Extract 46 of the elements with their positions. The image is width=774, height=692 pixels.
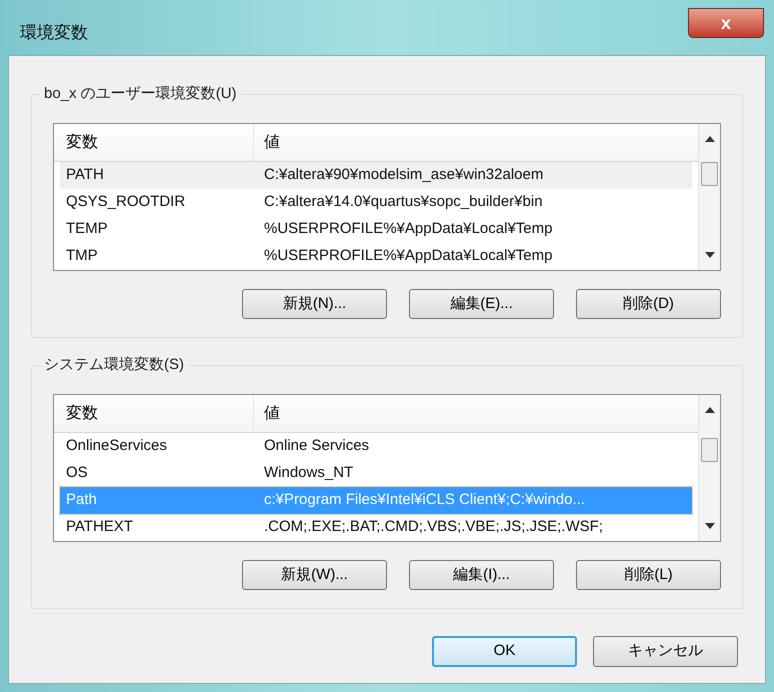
variable-name: OnlineServices	[65, 436, 168, 456]
column-header[interactable]: 値	[254, 395, 698, 432]
list-action-button[interactable]: 新規(N)...	[242, 289, 387, 319]
variable-list[interactable]: 変数 値 OnlineServices Online Services OS Windows_NT Path c:¥Program Files¥Intel¥iCLS Client¥;C:¥windo... PATHEXT .COM;.EXE;.BAT;.CMD;.VBS;.VBE;.JS;.JSE;.WSF;	[53, 394, 721, 542]
variable-value: .COM;.EXE;.BAT;.CMD;.VBS;.VBE;.JS;.JSE;.WSF;	[263, 517, 604, 538]
list-action-button[interactable]: 削除(D)	[576, 289, 721, 319]
list-action-button[interactable]: 新規(W)...	[242, 560, 387, 590]
list-row[interactable]: TEMP %USERPROFILE%¥AppData¥Local¥Temp	[60, 216, 692, 243]
scroll-up-icon[interactable]	[704, 136, 714, 142]
variable-name: PATH	[65, 165, 105, 186]
column-header[interactable]: 値	[254, 124, 698, 161]
dialog-button[interactable]: キャンセル	[593, 636, 738, 667]
window-title: 環境変数	[19, 22, 89, 44]
scroll-thumb[interactable]	[701, 438, 718, 462]
variable-value: C:¥altera¥90¥modelsim_ase¥win32aloem	[263, 165, 544, 186]
variable-value: Windows_NT	[263, 463, 354, 484]
scrollbar[interactable]	[698, 124, 720, 270]
variable-value: %USERPROFILE%¥AppData¥Local¥Temp	[263, 246, 554, 266]
variable-name: Path	[65, 490, 98, 510]
variable-value: Online Services	[263, 436, 370, 456]
column-header[interactable]: 変数	[54, 124, 254, 161]
scroll-up-icon[interactable]	[704, 407, 714, 413]
list-row[interactable]: QSYS_ROOTDIR C:¥altera¥14.0¥quartus¥sopc_builder¥bin	[60, 189, 692, 216]
variable-value: C:¥altera¥14.0¥quartus¥sopc_builder¥bin	[263, 192, 544, 212]
column-header[interactable]: 変数	[54, 395, 254, 432]
variable-name: TEMP	[65, 219, 109, 240]
variable-name: TMP	[65, 246, 99, 266]
list-row[interactable]: OnlineServices Online Services	[60, 433, 692, 460]
variable-name: QSYS_ROOTDIR	[65, 192, 186, 212]
scroll-down-icon[interactable]	[704, 252, 714, 258]
variable-list[interactable]: 変数 値 PATH C:¥altera¥90¥modelsim_ase¥win32aloem QSYS_ROOTDIR C:¥altera¥14.0¥quartus¥sopc_builder¥bin TEMP %USERPROFILE%¥AppData¥Local¥Temp TMP %USERPROFILE%¥AppData¥Local¥Temp	[53, 123, 721, 271]
list-row[interactable]: OS Windows_NT	[60, 460, 692, 487]
list-row[interactable]: PATH C:¥altera¥90¥modelsim_ase¥win32aloem	[60, 162, 692, 189]
list-row[interactable]: TMP %USERPROFILE%¥AppData¥Local¥Temp	[60, 243, 692, 270]
dialog-button[interactable]: OK	[432, 636, 577, 667]
variable-value: %USERPROFILE%¥AppData¥Local¥Temp	[263, 219, 554, 240]
variable-value: c:¥Program Files¥Intel¥iCLS Client¥;C:¥windo...	[263, 490, 586, 510]
list-action-button[interactable]: 削除(L)	[576, 560, 721, 590]
scroll-down-icon[interactable]	[704, 523, 714, 529]
scrollbar[interactable]	[698, 395, 720, 541]
list-action-button[interactable]: 編集(E)...	[409, 289, 554, 319]
list-action-button[interactable]: 編集(I)...	[409, 560, 554, 590]
variable-name: OS	[65, 463, 89, 484]
scroll-thumb[interactable]	[701, 162, 718, 186]
variable-name: PATHEXT	[65, 517, 134, 538]
list-row[interactable]: PATHEXT .COM;.EXE;.BAT;.CMD;.VBS;.VBE;.JS;.JSE;.WSF;	[60, 514, 692, 541]
